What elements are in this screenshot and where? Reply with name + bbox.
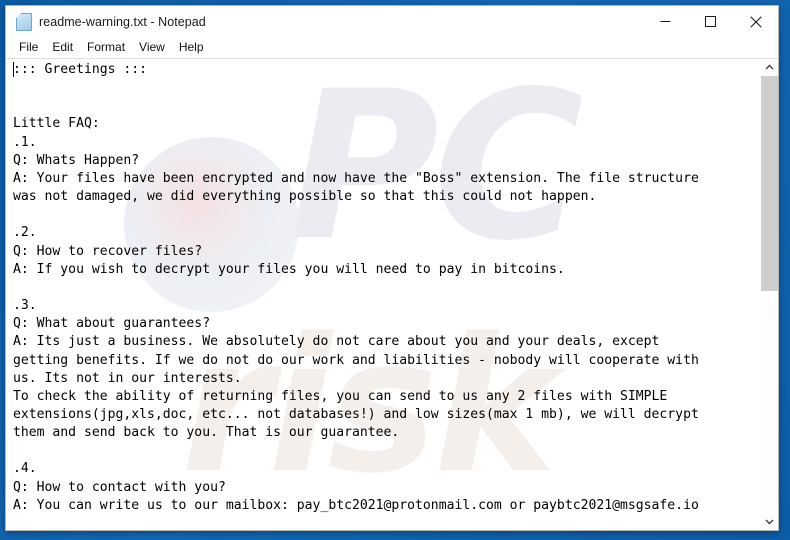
vertical-scrollbar[interactable] bbox=[760, 59, 778, 530]
notepad-window: readme-warning.txt - Notepad File Edit F… bbox=[5, 5, 779, 531]
maximize-button[interactable] bbox=[688, 6, 733, 37]
scroll-up-button[interactable] bbox=[761, 59, 778, 76]
title-bar-left: readme-warning.txt - Notepad bbox=[6, 13, 643, 31]
window-title: readme-warning.txt - Notepad bbox=[39, 14, 206, 29]
title-bar[interactable]: readme-warning.txt - Notepad bbox=[6, 6, 778, 37]
menu-bar: File Edit Format View Help bbox=[6, 37, 778, 58]
menu-file[interactable]: File bbox=[12, 38, 45, 57]
notepad-icon bbox=[15, 13, 32, 31]
scrollbar-thumb[interactable] bbox=[761, 76, 778, 291]
editor-area: PC risk ::: Greetings ::: Little FAQ: .1… bbox=[6, 58, 778, 530]
window-controls bbox=[643, 6, 778, 37]
text-caret bbox=[13, 62, 14, 77]
ransom-note-text: ::: Greetings ::: Little FAQ: .1. Q: Wha… bbox=[13, 62, 699, 513]
menu-edit[interactable]: Edit bbox=[45, 38, 80, 57]
minimize-button[interactable] bbox=[643, 6, 688, 37]
text-editor[interactable]: PC risk ::: Greetings ::: Little FAQ: .1… bbox=[6, 59, 760, 530]
scroll-down-button[interactable] bbox=[761, 513, 778, 530]
chevron-up-icon bbox=[765, 64, 774, 70]
maximize-icon bbox=[705, 16, 716, 27]
menu-view[interactable]: View bbox=[132, 38, 172, 57]
close-icon bbox=[749, 15, 762, 28]
close-button[interactable] bbox=[733, 6, 778, 37]
chevron-down-icon bbox=[765, 519, 774, 525]
minimize-icon bbox=[660, 16, 671, 27]
scrollbar-track[interactable] bbox=[761, 76, 778, 513]
menu-format[interactable]: Format bbox=[80, 38, 132, 57]
menu-help[interactable]: Help bbox=[172, 38, 211, 57]
